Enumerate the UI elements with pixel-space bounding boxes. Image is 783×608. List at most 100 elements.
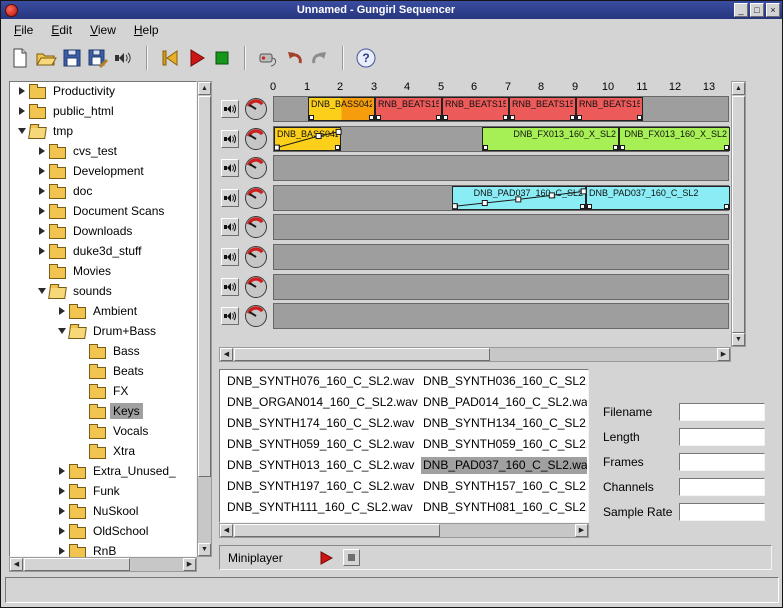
frames-input[interactable] bbox=[679, 453, 765, 471]
file-item[interactable]: DNB_SYNTH076_160_C_SL2.wav bbox=[225, 373, 419, 390]
expand-arrow-icon[interactable] bbox=[35, 247, 49, 255]
new-file-button[interactable] bbox=[7, 45, 33, 71]
clip-dnb-fx013-160-x-sl2[interactable]: DNB_FX013_160_X_SL2 bbox=[619, 127, 730, 151]
filename-input[interactable] bbox=[679, 403, 765, 421]
help-button[interactable]: ? bbox=[353, 45, 379, 71]
timeline-horizontal-scrollbar-left-arrow[interactable]: ◀ bbox=[220, 348, 233, 361]
expand-arrow-icon[interactable] bbox=[55, 467, 69, 475]
timeline-horizontal-scrollbar[interactable]: ◀▶ bbox=[219, 347, 731, 362]
clip-resize-handle[interactable] bbox=[637, 115, 642, 120]
track-6-mute-button[interactable] bbox=[221, 248, 239, 266]
collapse-arrow-icon[interactable] bbox=[55, 328, 69, 334]
clip-resize-handle[interactable] bbox=[376, 115, 381, 120]
tree-item-downloads[interactable]: Downloads bbox=[9, 221, 197, 241]
clip-resize-handle[interactable] bbox=[724, 204, 729, 209]
clip-dnb-bass042-1[interactable]: DNB_BASS042_1 bbox=[308, 97, 375, 121]
file-item[interactable]: DNB_PAD037_160_C_SL2.wav bbox=[421, 457, 587, 474]
channels-input[interactable] bbox=[679, 478, 765, 496]
tree-item-keys[interactable]: Keys bbox=[9, 401, 197, 421]
clip-rnb-beats152[interactable]: RNB_BEATS152_ bbox=[576, 97, 643, 121]
title-bar[interactable]: Unnamed - Gungirl Sequencer _□× bbox=[1, 1, 782, 19]
menu-edit[interactable]: Edit bbox=[42, 21, 81, 39]
tree-item-development[interactable]: Development bbox=[9, 161, 197, 181]
tree-vertical-scrollbar[interactable]: ▲▼ bbox=[197, 81, 212, 557]
expand-arrow-icon[interactable] bbox=[55, 307, 69, 315]
tree-item-beats[interactable]: Beats bbox=[9, 361, 197, 381]
file-item[interactable]: DNB_SYNTH059_160_C_SL2.wav bbox=[225, 436, 419, 453]
timeline-horizontal-scrollbar-thumb[interactable] bbox=[234, 348, 490, 361]
tree-vertical-scrollbar-thumb[interactable] bbox=[198, 96, 211, 477]
tree-item-sounds[interactable]: sounds bbox=[9, 281, 197, 301]
expand-arrow-icon[interactable] bbox=[55, 547, 69, 555]
tree-item-ambient[interactable]: Ambient bbox=[9, 301, 197, 321]
tree-item-cvs-test[interactable]: cvs_test bbox=[9, 141, 197, 161]
clip-resize-handle[interactable] bbox=[436, 115, 441, 120]
track-5-lane[interactable] bbox=[273, 214, 729, 240]
file-item[interactable]: DNB_SYNTH081_160_C_SL2.wav bbox=[421, 499, 587, 516]
track-8-volume-knob[interactable] bbox=[244, 304, 268, 328]
connections-button[interactable] bbox=[255, 45, 281, 71]
tree-item-nuskool[interactable]: NuSkool bbox=[9, 501, 197, 521]
track-8-mute-button[interactable] bbox=[221, 307, 239, 325]
open-folder-button[interactable] bbox=[33, 45, 59, 71]
clip-resize-handle[interactable] bbox=[369, 115, 374, 120]
sample-rate-input[interactable] bbox=[679, 503, 765, 521]
close-button[interactable]: × bbox=[766, 3, 780, 17]
tree-item-movies[interactable]: Movies bbox=[9, 261, 197, 281]
track-6-lane[interactable] bbox=[273, 244, 729, 270]
file-item[interactable]: DNB_ORGAN014_160_C_SL2.wav bbox=[225, 394, 419, 411]
track-4-mute-button[interactable] bbox=[221, 189, 239, 207]
track-7-mute-button[interactable] bbox=[221, 278, 239, 296]
tree-vertical-scrollbar-down-arrow[interactable]: ▼ bbox=[198, 543, 211, 556]
track-1-lane[interactable]: DNB_BASS042_1RNB_BEATS152_RNB_BEATS152_R… bbox=[273, 96, 729, 122]
sample-list-horizontal-scrollbar-thumb[interactable] bbox=[234, 524, 440, 537]
redo-button[interactable] bbox=[307, 45, 333, 71]
tree-item-funk[interactable]: Funk bbox=[9, 481, 197, 501]
clip-resize-handle[interactable] bbox=[335, 145, 340, 150]
tree-item-xtra[interactable]: Xtra bbox=[9, 441, 197, 461]
clip-rnb-beats152[interactable]: RNB_BEATS152_ bbox=[375, 97, 442, 121]
track-5-mute-button[interactable] bbox=[221, 218, 239, 236]
maximize-button[interactable]: □ bbox=[750, 3, 764, 17]
clip-resize-handle[interactable] bbox=[580, 204, 585, 209]
clip-resize-handle[interactable] bbox=[620, 145, 625, 150]
clip-rnb-beats152[interactable]: RNB_BEATS152_ bbox=[442, 97, 509, 121]
track-2-volume-knob[interactable] bbox=[244, 127, 268, 151]
clip-resize-handle[interactable] bbox=[510, 115, 515, 120]
expand-arrow-icon[interactable] bbox=[35, 207, 49, 215]
expand-arrow-icon[interactable] bbox=[35, 167, 49, 175]
timeline-vertical-scrollbar-up-arrow[interactable]: ▲ bbox=[732, 82, 745, 95]
track-2-mute-button[interactable] bbox=[221, 130, 239, 148]
minimize-button[interactable]: _ bbox=[734, 3, 748, 17]
file-item[interactable]: DNB_SYNTH111_160_C_SL2.wav bbox=[225, 499, 419, 516]
track-1-volume-knob[interactable] bbox=[244, 97, 268, 121]
menu-file[interactable]: File bbox=[5, 21, 42, 39]
tree-item-bass[interactable]: Bass bbox=[9, 341, 197, 361]
file-item[interactable]: DNB_SYNTH036_160_C_SL2.wav bbox=[421, 373, 587, 390]
tree-item-document-scans[interactable]: Document Scans bbox=[9, 201, 197, 221]
collapse-arrow-icon[interactable] bbox=[35, 288, 49, 294]
file-item[interactable]: DNB_SYNTH157_160_C_SL2.wav bbox=[421, 478, 587, 495]
stop-button[interactable] bbox=[209, 45, 235, 71]
clip-dnb-pad037-160-c-sl2[interactable]: DNB_PAD037_160_C_SL2 bbox=[452, 186, 586, 210]
track-2-lane[interactable]: DNB_BASS042_1DNB_FX013_160_X_SL2DNB_FX01… bbox=[273, 126, 729, 152]
tree-item-tmp[interactable]: tmp bbox=[9, 121, 197, 141]
track-7-lane[interactable] bbox=[273, 274, 729, 300]
tree-item-duke3d-stuff[interactable]: duke3d_stuff bbox=[9, 241, 197, 261]
track-3-mute-button[interactable] bbox=[221, 159, 239, 177]
tree-item-rnb[interactable]: RnB bbox=[9, 541, 197, 557]
sample-list-horizontal-scrollbar-left-arrow[interactable]: ◀ bbox=[220, 524, 233, 537]
menu-view[interactable]: View bbox=[81, 21, 125, 39]
timeline-vertical-scrollbar-down-arrow[interactable]: ▼ bbox=[732, 333, 745, 346]
tree-vertical-scrollbar-up-arrow[interactable]: ▲ bbox=[198, 82, 211, 95]
clip-resize-handle[interactable] bbox=[587, 204, 592, 209]
miniplayer-play-button[interactable] bbox=[319, 551, 333, 565]
clip-resize-handle[interactable] bbox=[570, 115, 575, 120]
tree-item-oldschool[interactable]: OldSchool bbox=[9, 521, 197, 541]
timeline-horizontal-scrollbar-right-arrow[interactable]: ▶ bbox=[717, 348, 730, 361]
audio-settings-button[interactable] bbox=[111, 45, 137, 71]
clip-resize-handle[interactable] bbox=[453, 204, 458, 209]
file-item[interactable]: DNB_PAD014_160_C_SL2.wav bbox=[421, 394, 587, 411]
tree-horizontal-scrollbar[interactable]: ◀▶ bbox=[9, 557, 197, 572]
tree-item-vocals[interactable]: Vocals bbox=[9, 421, 197, 441]
